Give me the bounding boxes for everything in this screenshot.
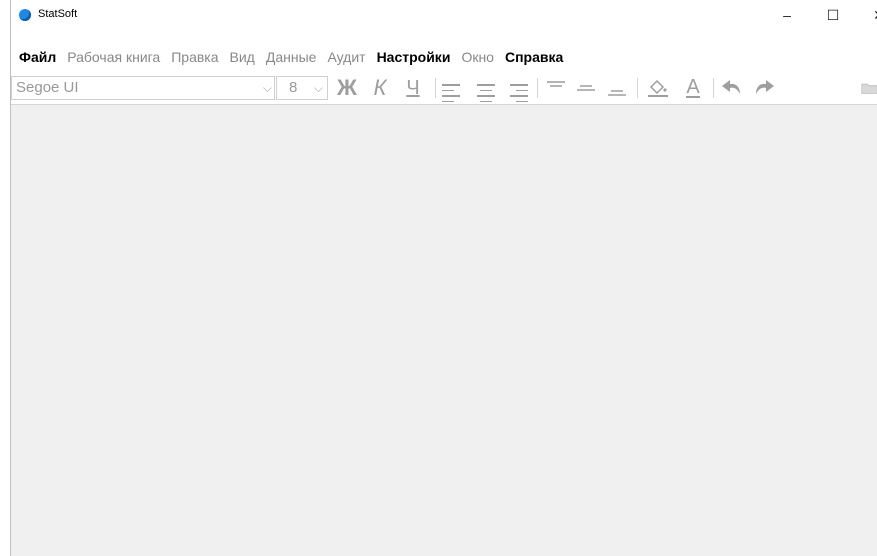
title-bar[interactable]: StatSoft – ☐ ✕	[11, 0, 877, 30]
font-size-value: 8	[289, 79, 298, 96]
align-middle-icon	[577, 85, 595, 91]
align-bottom-icon	[608, 90, 626, 96]
window-frame: StatSoft – ☐ ✕ Файл Рабочая книга Правка…	[10, 0, 877, 556]
menu-view[interactable]: Вид	[230, 49, 255, 65]
toolbar-separator	[537, 78, 538, 98]
font-size-select[interactable]: 8 ⌵	[276, 76, 328, 100]
italic-button[interactable]: К	[366, 75, 394, 100]
statsoft-logo-icon	[19, 9, 31, 21]
font-color-icon: A	[686, 76, 700, 98]
menu-help[interactable]: Справка	[505, 49, 563, 65]
chevron-down-icon: ⌵	[313, 81, 323, 95]
toolbar-separator	[713, 78, 714, 98]
menu-file[interactable]: Файл	[19, 49, 56, 65]
undo-icon	[722, 80, 740, 94]
font-family-value: Segoe UI	[16, 79, 79, 96]
undo-button[interactable]	[717, 76, 747, 100]
open-folder-button[interactable]	[861, 76, 877, 100]
align-bottom-button[interactable]	[605, 76, 629, 100]
align-middle-button[interactable]	[574, 76, 598, 100]
align-top-button[interactable]	[544, 76, 568, 100]
toolbar-separator	[435, 78, 436, 98]
underline-button[interactable]: Ч	[399, 76, 427, 100]
paint-bucket-icon	[648, 79, 668, 97]
font-color-button[interactable]: A	[678, 76, 708, 100]
folder-icon	[861, 83, 877, 94]
align-center-icon	[477, 80, 495, 103]
menu-bar: Файл Рабочая книга Правка Вид Данные Ауд…	[11, 46, 877, 68]
minimize-button[interactable]: –	[764, 0, 810, 30]
menu-settings[interactable]: Настройки	[377, 49, 451, 65]
align-left-button[interactable]	[439, 76, 463, 103]
bold-button[interactable]: Ж	[333, 75, 361, 100]
chevron-down-icon: ⌵	[262, 81, 272, 95]
font-family-select[interactable]: Segoe UI ⌵	[11, 76, 275, 100]
app-window: StatSoft – ☐ ✕ Файл Рабочая книга Правка…	[0, 0, 877, 556]
window-title: StatSoft	[38, 8, 78, 20]
menu-data[interactable]: Данные	[266, 49, 317, 65]
close-button[interactable]: ✕	[856, 0, 877, 30]
align-right-button[interactable]	[507, 76, 531, 103]
redo-button[interactable]	[749, 76, 779, 100]
menu-audit[interactable]: Аудит	[327, 49, 365, 65]
formatting-toolbar: Segoe UI ⌵ 8 ⌵ Ж К Ч A	[11, 74, 877, 105]
align-right-icon	[510, 80, 528, 103]
menu-edit[interactable]: Правка	[171, 49, 218, 65]
align-center-button[interactable]	[474, 76, 498, 103]
align-top-icon	[547, 81, 565, 87]
align-left-icon	[442, 80, 460, 103]
toolbar-separator	[637, 78, 638, 98]
workspace-area	[11, 105, 877, 556]
menu-workbook[interactable]: Рабочая книга	[67, 49, 160, 65]
maximize-button[interactable]: ☐	[810, 0, 856, 30]
menu-window[interactable]: Окно	[461, 49, 494, 65]
fill-color-button[interactable]	[643, 76, 673, 100]
redo-icon	[756, 80, 774, 94]
